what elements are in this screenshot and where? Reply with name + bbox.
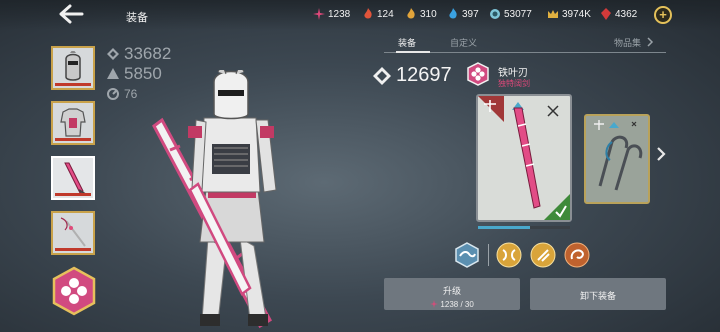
resource-crimson-shard: 1238 <box>313 8 350 20</box>
resource-coins: 53077 <box>489 8 532 20</box>
sickle-weapon-art <box>594 120 643 191</box>
emblem-flower-icon[interactable] <box>51 266 97 316</box>
glaive-icon <box>60 217 86 247</box>
power-icon <box>107 48 119 60</box>
coin-icon <box>490 9 500 19</box>
resource-blue-flame: 397 <box>447 8 479 20</box>
armor-stat-icon <box>107 68 119 79</box>
upgrade-button[interactable]: 升级 1238 / 30 <box>384 278 520 310</box>
helmet-icon <box>65 51 81 81</box>
slot-weapon[interactable] <box>51 156 95 200</box>
perk-gold-rune-icon[interactable] <box>496 242 522 268</box>
resource-gold: 3974K <box>547 8 591 20</box>
sword-icon <box>64 162 86 195</box>
chevron-right-icon <box>647 37 654 47</box>
slot-ranged[interactable] <box>51 211 95 255</box>
resource-red-flame: 124 <box>362 8 394 20</box>
perk-bronze-swirl-icon[interactable] <box>564 242 590 268</box>
tab-item-sets[interactable]: 物品集 <box>614 36 641 49</box>
add-currency-button[interactable]: + <box>654 6 672 24</box>
weapon-progress-bar <box>478 226 570 229</box>
slot-armor[interactable] <box>51 101 95 145</box>
armor-icon <box>60 108 86 137</box>
perk-gold-slash-icon[interactable] <box>530 242 556 268</box>
flame-icon <box>364 8 372 19</box>
resource-gold-flame: 310 <box>405 8 437 20</box>
weapon-power: 12697 <box>372 64 452 87</box>
back-arrow-icon[interactable] <box>58 4 84 24</box>
perk-divider <box>488 244 489 266</box>
shard-icon <box>430 300 439 308</box>
resource-gems: 4362 <box>600 8 637 20</box>
tab-equipment[interactable]: 装备 <box>398 36 416 49</box>
tab-customize[interactable]: 自定义 <box>450 36 477 49</box>
upgrade-cost: 1238 / 30 <box>384 300 520 309</box>
gem-icon <box>601 8 611 20</box>
next-weapon-chevron-icon[interactable] <box>656 146 666 162</box>
weapon-type: 独特阔剑 <box>498 79 530 88</box>
hero-character <box>152 70 277 329</box>
speed-icon <box>107 88 119 100</box>
power-icon <box>373 66 391 85</box>
stat-power: 33682 <box>106 44 171 64</box>
weapon-card-equipped[interactable] <box>476 94 572 222</box>
weapon-class-icon <box>467 62 489 86</box>
flame-icon <box>449 8 457 19</box>
flame-icon <box>407 8 415 19</box>
slot-helmet[interactable] <box>51 46 95 90</box>
page-title: 装备 <box>126 12 148 24</box>
crown-icon <box>548 10 558 18</box>
tab-bar: 装备 自定义 物品集 <box>384 36 666 53</box>
weapon-card-alternate[interactable] <box>584 114 650 204</box>
perk-wave-icon[interactable] <box>454 242 480 268</box>
unequip-button[interactable]: 卸下装备 <box>530 278 666 310</box>
weapon-card-art <box>478 96 570 220</box>
shard-icon <box>313 8 325 20</box>
weapon-name: 铁叶刃 <box>498 68 528 79</box>
